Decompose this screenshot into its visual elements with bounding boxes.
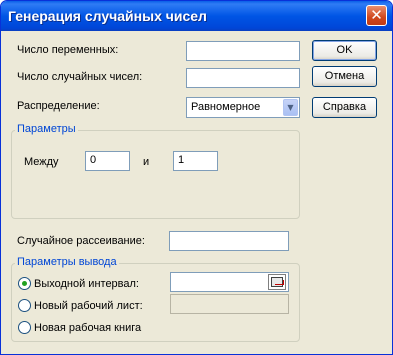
output-range-label[interactable]: Выходной интервал:	[34, 278, 139, 290]
random-seed-input[interactable]	[169, 231, 289, 251]
and-label: и	[143, 156, 150, 168]
to-value-input[interactable]: 1	[173, 151, 218, 171]
parameters-legend: Параметры	[15, 123, 78, 135]
new-worksheet-label[interactable]: Новый рабочий лист:	[34, 300, 143, 312]
random-seed-label: Случайное рассеивание:	[17, 235, 145, 247]
help-button[interactable]: Справка	[312, 97, 377, 118]
new-worksheet-radio[interactable]	[18, 299, 31, 312]
dialog-window: Генерация случайных чисел ✕ Число переме…	[0, 0, 393, 355]
distribution-label: Распределение:	[17, 100, 100, 112]
window-title: Генерация случайных чисел	[8, 8, 207, 24]
new-workbook-label[interactable]: Новая рабочая книга	[34, 322, 141, 334]
distribution-value: Равномерное	[191, 101, 261, 113]
num-variables-label: Число переменных:	[17, 44, 119, 56]
output-range-radio[interactable]	[18, 277, 31, 290]
output-options-legend: Параметры вывода	[15, 256, 119, 268]
distribution-select[interactable]: Равномерное ▼	[186, 97, 300, 118]
num-random-input[interactable]	[186, 68, 300, 88]
new-worksheet-input	[170, 294, 289, 314]
num-variables-input[interactable]	[186, 41, 300, 61]
chevron-down-icon: ▼	[287, 103, 294, 112]
dropdown-button[interactable]: ▼	[283, 99, 298, 116]
cancel-button[interactable]: Отмена	[312, 66, 377, 87]
range-picker-arrow-icon	[275, 280, 284, 285]
num-random-label: Число случайных чисел:	[17, 71, 143, 83]
from-value-input[interactable]: 0	[85, 151, 130, 171]
title-bar[interactable]: Генерация случайных чисел ✕	[1, 1, 392, 31]
ok-button[interactable]: OK	[312, 40, 377, 61]
between-label: Между	[24, 156, 59, 168]
parameters-group	[11, 130, 300, 219]
radio-selected-dot	[22, 281, 27, 286]
new-workbook-radio[interactable]	[18, 321, 31, 334]
close-icon: ✕	[370, 6, 383, 24]
range-picker-icon[interactable]	[268, 274, 286, 290]
close-button[interactable]: ✕	[366, 5, 387, 26]
